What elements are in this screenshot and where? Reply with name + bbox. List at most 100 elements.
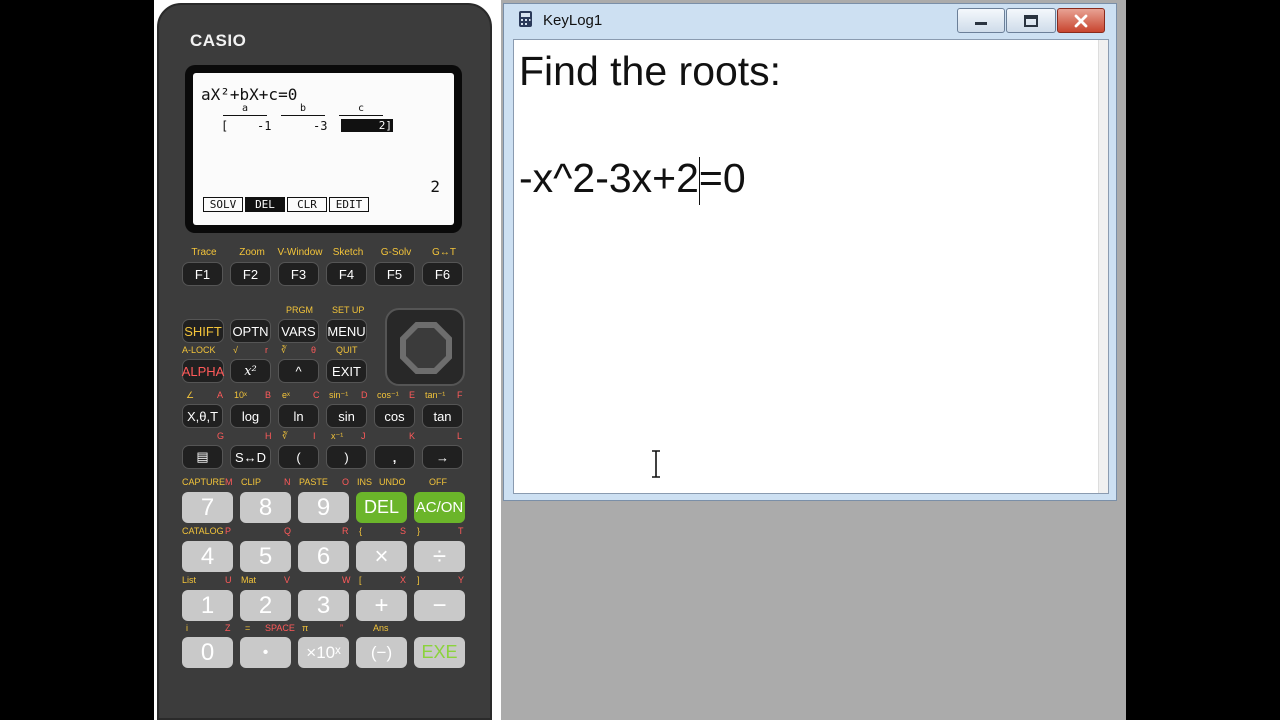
minus-key[interactable]: −	[414, 590, 465, 621]
label-close-brace: }	[417, 526, 421, 536]
menu-key[interactable]: MENU	[326, 319, 367, 343]
f4-key[interactable]: F4	[326, 262, 367, 286]
close-icon	[1074, 14, 1088, 27]
label-imaginary: i	[186, 623, 188, 633]
close-paren-key[interactable]: )	[326, 445, 367, 469]
label-sketch: Sketch	[332, 247, 364, 258]
ac-on-key[interactable]: AC/ON	[414, 492, 465, 523]
vertical-scrollbar[interactable]	[1098, 40, 1108, 493]
del-key[interactable]: DEL	[356, 492, 407, 523]
digit-9-key[interactable]: 9	[298, 492, 349, 523]
document-heading: Find the roots:	[519, 48, 782, 94]
label-quit: QUIT	[336, 345, 358, 355]
text-caret	[699, 157, 700, 205]
label-g-solv: G-Solv	[380, 247, 412, 258]
label-equals: =	[245, 623, 251, 633]
sin-key[interactable]: sin	[326, 404, 367, 428]
label-open-brace: {	[359, 526, 363, 536]
label-s: S	[400, 526, 407, 536]
store-arrow-key[interactable]: →	[422, 445, 463, 469]
screen-header-c: c	[339, 103, 383, 116]
label-acos: cos⁻¹	[377, 390, 399, 400]
cos-key[interactable]: cos	[374, 404, 415, 428]
label-v: V	[284, 575, 291, 585]
label-list: List	[182, 575, 197, 585]
digit-1-key[interactable]: 1	[182, 590, 233, 621]
label-g: G	[217, 431, 225, 441]
log-key[interactable]: log	[230, 404, 271, 428]
plus-key[interactable]: +	[356, 590, 407, 621]
digit-8-key[interactable]: 8	[240, 492, 291, 523]
equation-before-caret: -x^2-3x+	[519, 155, 677, 201]
power-key[interactable]: ^	[278, 359, 319, 383]
exit-key[interactable]: EXIT	[326, 359, 367, 383]
digit-7-key[interactable]: 7	[182, 492, 233, 523]
label-xroot: ∛	[282, 431, 288, 441]
label-d: D	[361, 390, 368, 400]
label-k: K	[409, 431, 416, 441]
label-u: U	[225, 575, 232, 585]
divide-key[interactable]: ÷	[414, 541, 465, 572]
vars-key[interactable]: VARS	[278, 319, 319, 343]
digit-6-key[interactable]: 6	[298, 541, 349, 572]
screen-cell-bracket: [	[221, 119, 229, 133]
calculator-brand: CASIO	[190, 31, 247, 50]
document-area[interactable]: Find the roots: -x^2-3x+2=0	[513, 39, 1109, 494]
text-cursor-icon	[652, 450, 660, 478]
label-g-t: G↔T	[432, 247, 456, 258]
frac-key[interactable]: ▤	[182, 445, 223, 469]
times-ten-power-key[interactable]: ×10ˣ	[298, 637, 349, 668]
optn-key[interactable]: OPTN	[230, 319, 271, 343]
label-m: M	[225, 477, 233, 487]
decimal-point-key[interactable]: •	[240, 637, 291, 668]
maximize-button[interactable]	[1006, 8, 1056, 33]
digit-5-key[interactable]: 5	[240, 541, 291, 572]
screen-equation: aX²+bX+c=0	[201, 85, 298, 104]
x-squared-key[interactable]: x²	[230, 359, 271, 383]
digit-0-key[interactable]: 0	[182, 637, 233, 668]
equation-after-caret: 2=0	[676, 155, 746, 201]
label-o: O	[342, 477, 350, 487]
screen-cell-c-selected: 2]	[341, 119, 393, 132]
label-ans: Ans	[373, 623, 389, 633]
minimize-button[interactable]	[957, 8, 1005, 33]
label-catalog: CATALOG	[182, 526, 224, 536]
label-a-lock: A-LOCK	[182, 345, 216, 355]
f2-key[interactable]: F2	[230, 262, 271, 286]
f1-key[interactable]: F1	[182, 262, 223, 286]
f5-key[interactable]: F5	[374, 262, 415, 286]
label-atan: tan⁻¹	[425, 390, 446, 400]
s-d-key[interactable]: S↔D	[230, 445, 271, 469]
digit-4-key[interactable]: 4	[182, 541, 233, 572]
menu-clr: CLR	[287, 197, 327, 212]
ln-key[interactable]: ln	[278, 404, 319, 428]
label-a: A	[217, 390, 224, 400]
label-quote: ”	[340, 623, 343, 633]
direction-pad[interactable]	[385, 308, 465, 386]
menu-del: DEL	[245, 197, 285, 212]
negative-key[interactable]: (−)	[356, 637, 407, 668]
label-q: Q	[284, 526, 292, 536]
label-clip: CLIP	[241, 477, 262, 487]
close-button[interactable]	[1057, 8, 1105, 33]
x-theta-t-key[interactable]: X,θ,T	[182, 404, 223, 428]
tan-key[interactable]: tan	[422, 404, 463, 428]
label-open-bracket: [	[359, 575, 362, 585]
comma-key[interactable]: ,	[374, 445, 415, 469]
digit-2-key[interactable]: 2	[240, 590, 291, 621]
document-equation[interactable]: -x^2-3x+2=0	[519, 155, 746, 202]
label-sqrt: √	[233, 345, 238, 355]
f3-key[interactable]: F3	[278, 262, 319, 286]
label-v-window: V-Window	[277, 247, 323, 258]
label-r2: R	[342, 526, 349, 536]
exe-key[interactable]: EXE	[414, 637, 465, 668]
digit-3-key[interactable]: 3	[298, 590, 349, 621]
shift-key[interactable]: SHIFT	[182, 319, 224, 343]
alpha-key[interactable]: ALPHA	[182, 359, 224, 383]
f6-key[interactable]: F6	[422, 262, 463, 286]
label-e: E	[409, 390, 416, 400]
open-paren-key[interactable]: (	[278, 445, 319, 469]
label-angle: ∠	[186, 390, 195, 400]
multiply-key[interactable]: ×	[356, 541, 407, 572]
label-b: B	[265, 390, 272, 400]
